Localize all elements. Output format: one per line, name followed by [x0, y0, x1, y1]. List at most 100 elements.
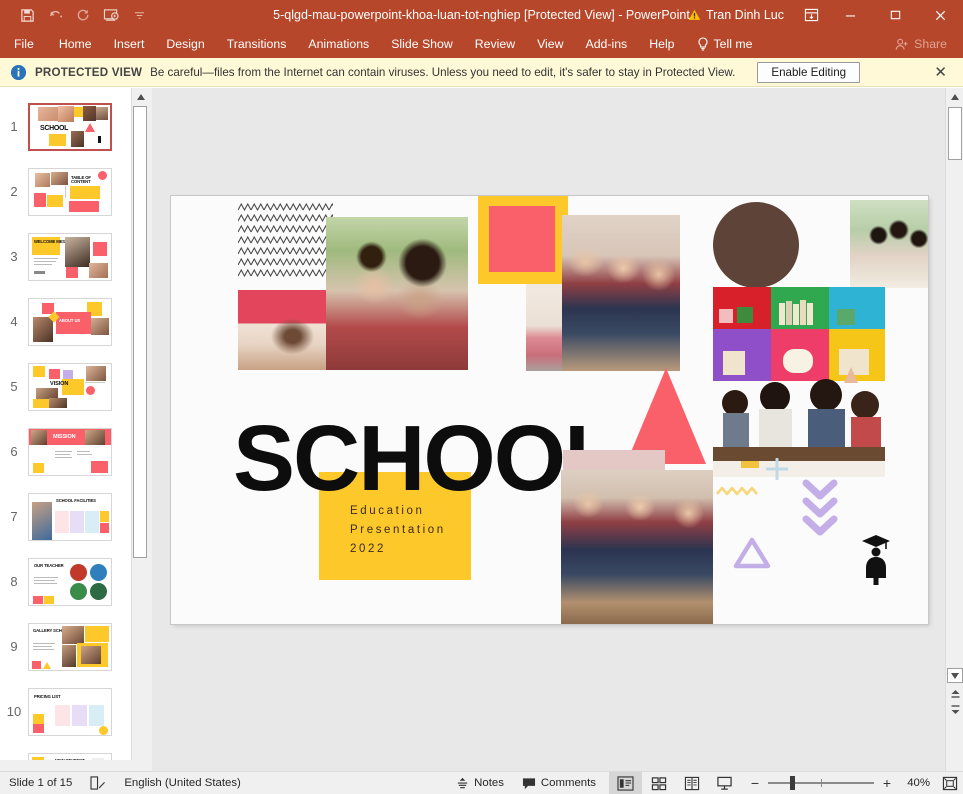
- plus-cross-icon: [766, 458, 788, 480]
- thumbnail-number: 3: [0, 249, 28, 264]
- comment-icon: [522, 777, 536, 790]
- purple-chevrons-icon: [802, 479, 838, 537]
- protected-view-message: Be careful—files from the Internet can c…: [150, 66, 735, 79]
- title-bar: 5-qlgd-mau-powerpoint-khoa-luan-tot-nghi…: [0, 0, 963, 30]
- minimize-button[interactable]: [828, 0, 873, 30]
- thumbnail-scrollbar-thumb[interactable]: [133, 106, 147, 558]
- thumbnail-slide-2[interactable]: 2 TABLE OF CONTENT: [0, 159, 131, 224]
- slide-subtitle[interactable]: Education Presentation 2022: [350, 502, 446, 559]
- tab-slide-show[interactable]: Slide Show: [380, 30, 464, 58]
- thumbnail-image[interactable]: SCHOOL: [28, 103, 112, 151]
- tab-review[interactable]: Review: [464, 30, 526, 58]
- customize-qat-icon[interactable]: [126, 3, 152, 27]
- thumbnail-title: MISSION: [53, 434, 76, 440]
- tab-insert[interactable]: Insert: [103, 30, 156, 58]
- slide-counter[interactable]: Slide 1 of 15: [0, 772, 81, 794]
- thumbnail-slide-3[interactable]: 3 WELCOME MESSAGE: [0, 224, 131, 289]
- zoom-out-button[interactable]: −: [749, 776, 761, 790]
- zoom-percentage[interactable]: 40%: [900, 777, 930, 789]
- thumbnail-image[interactable]: VISION: [28, 363, 112, 411]
- thumbnail-slide-1[interactable]: 1 SCHOOL: [0, 94, 131, 159]
- reading-view-button[interactable]: [675, 772, 708, 794]
- accessibility-checker-icon[interactable]: [81, 772, 115, 794]
- close-button[interactable]: [918, 0, 963, 30]
- notes-pane-edge: [0, 760, 148, 771]
- scroll-up-icon[interactable]: [946, 88, 963, 106]
- zoom-in-button[interactable]: +: [881, 776, 893, 790]
- normal-view-button[interactable]: [609, 772, 642, 794]
- scrollbar-thumb[interactable]: [948, 107, 962, 160]
- ribbon-display-options-icon[interactable]: [794, 0, 828, 30]
- zoom-slider[interactable]: [768, 775, 874, 791]
- window-controls: Tran Dinh Luc: [678, 0, 963, 30]
- slide-canvas-area[interactable]: SCHOOL Education Presentation 2022: [152, 88, 945, 771]
- tab-home[interactable]: Home: [48, 30, 103, 58]
- thumbnail-title: OUR TEACHER: [34, 564, 64, 569]
- start-from-beginning-icon[interactable]: [98, 3, 124, 27]
- slide-thumbnail-pane[interactable]: 1 SCHOOL 2: [0, 88, 131, 771]
- undo-icon[interactable]: [42, 3, 68, 27]
- save-icon[interactable]: [14, 3, 40, 27]
- tell-me-box[interactable]: Tell me: [686, 37, 764, 51]
- previous-slide-button[interactable]: [947, 686, 963, 702]
- thumbnail-image[interactable]: GALLERY SCHOOL: [28, 623, 112, 671]
- share-button[interactable]: Share: [895, 37, 963, 51]
- comments-label: Comments: [541, 777, 596, 789]
- status-bar: Slide 1 of 15 English (United States) No…: [0, 771, 963, 794]
- enable-editing-button[interactable]: Enable Editing: [757, 62, 860, 83]
- tab-file[interactable]: File: [0, 30, 48, 58]
- graduate-person-icon: [860, 531, 892, 585]
- red-square-inset: [489, 206, 555, 272]
- thumbnail-image[interactable]: SCHOOL FACILITIES: [28, 493, 112, 541]
- slide-sorter-view-button[interactable]: [642, 772, 675, 794]
- thumbnail-image[interactable]: ABOUT US: [28, 298, 112, 346]
- tab-design[interactable]: Design: [155, 30, 215, 58]
- thumbnail-pane-scrollbar[interactable]: [131, 88, 148, 771]
- thumbnail-slide-9[interactable]: 9 GALLERY SCHOOL: [0, 614, 131, 679]
- thumbnail-slide-6[interactable]: 6 MISSION: [0, 419, 131, 484]
- tab-animations[interactable]: Animations: [297, 30, 380, 58]
- info-icon: [10, 64, 27, 81]
- tab-help[interactable]: Help: [638, 30, 685, 58]
- thumbnail-title: ABOUT US: [59, 319, 80, 324]
- thumbnail-image[interactable]: PRICING LIST: [28, 688, 112, 736]
- redo-icon[interactable]: [70, 3, 96, 27]
- zoom-slider-handle[interactable]: [790, 776, 795, 790]
- slide-area-scrollbar[interactable]: [945, 88, 963, 771]
- thumbnail-scroll-up-icon[interactable]: [132, 88, 149, 105]
- thumbnail-slide-8[interactable]: 8 OUR TEACHER: [0, 549, 131, 614]
- thumbnail-image[interactable]: OUR TEACHER: [28, 558, 112, 606]
- thumbnail-slide-7[interactable]: 7 SCHOOL FACILITIES: [0, 484, 131, 549]
- tab-view[interactable]: View: [526, 30, 574, 58]
- thumbnail-image[interactable]: MISSION: [28, 428, 112, 476]
- scroll-down-icon[interactable]: [947, 668, 963, 683]
- thumbnail-number: 7: [0, 509, 28, 524]
- thumbnail-number: 6: [0, 444, 28, 459]
- thumbnail-number: 9: [0, 639, 28, 654]
- thumbnail-slide-4[interactable]: 4 ABOUT US: [0, 289, 131, 354]
- thumbnail-slide-5[interactable]: 5 VISION: [0, 354, 131, 419]
- slide-editing-surface[interactable]: SCHOOL Education Presentation 2022: [171, 196, 928, 624]
- notes-button[interactable]: Notes: [447, 772, 513, 794]
- language-indicator[interactable]: English (United States): [115, 772, 250, 794]
- warning-icon: [688, 9, 701, 21]
- tab-transitions[interactable]: Transitions: [216, 30, 298, 58]
- photo-boys-robot-top: [562, 215, 680, 371]
- view-switcher: [609, 772, 741, 794]
- next-slide-button[interactable]: [947, 702, 963, 718]
- protected-view-bar: PROTECTED VIEW Be careful—files from the…: [0, 58, 963, 87]
- thumbnail-image[interactable]: TABLE OF CONTENT: [28, 168, 112, 216]
- restore-button[interactable]: [873, 0, 918, 30]
- close-protected-view-icon[interactable]: ✕: [928, 65, 953, 80]
- tab-add-ins[interactable]: Add-ins: [575, 30, 639, 58]
- comments-button[interactable]: Comments: [513, 772, 605, 794]
- thumbnail-number: 8: [0, 574, 28, 589]
- slide-show-view-button[interactable]: [708, 772, 741, 794]
- thumbnail-slide-10[interactable]: 10 PRICING LIST: [0, 679, 131, 744]
- account-indicator[interactable]: Tran Dinh Luc: [678, 0, 794, 30]
- thumbnail-title: PRICING LIST: [34, 695, 61, 700]
- fit-to-window-button[interactable]: [937, 772, 963, 794]
- thumbnail-image[interactable]: WELCOME MESSAGE: [28, 233, 112, 281]
- notes-label: Notes: [474, 777, 504, 789]
- photo-classroom-bookshelf: [713, 287, 885, 477]
